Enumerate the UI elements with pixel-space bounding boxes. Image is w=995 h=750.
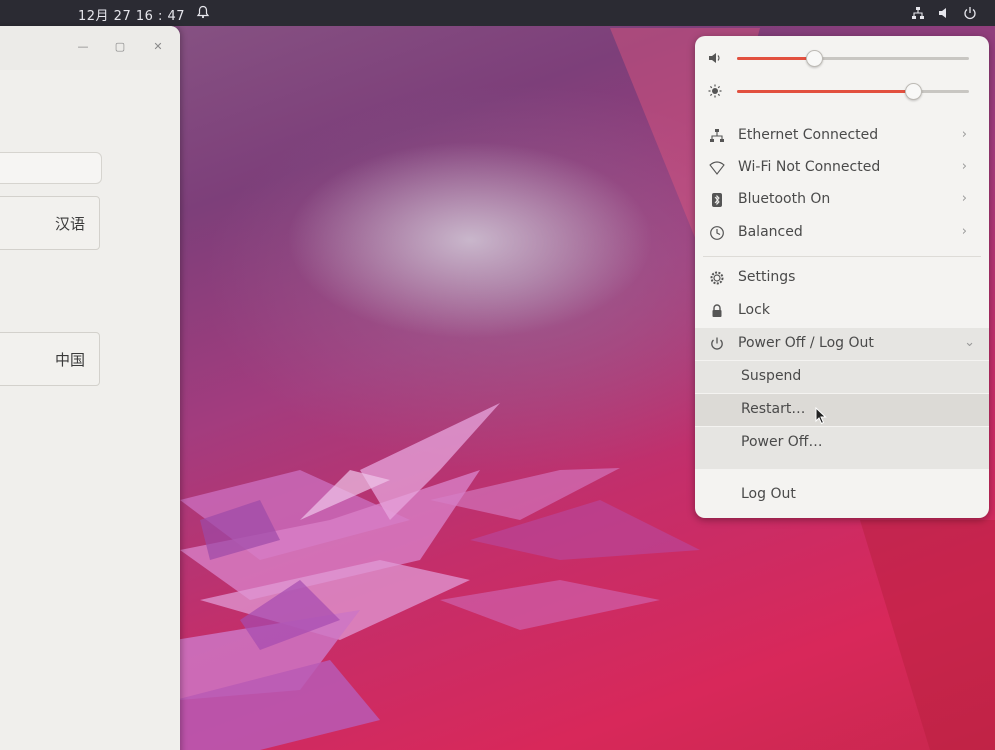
volume-handle[interactable] (805, 50, 823, 67)
gear-icon (710, 271, 724, 285)
network-wired-icon (710, 129, 724, 142)
chevron-right-icon: › (961, 224, 967, 239)
system-tray[interactable] (911, 6, 977, 20)
menu-item-label: Lock (738, 302, 770, 318)
top-bar: 12月 27 16 : 47 (0, 0, 995, 26)
brightness-slider[interactable] (695, 76, 989, 106)
language-value: 汉语 (54, 215, 85, 233)
submenu-item-power-off[interactable]: Power Off… (695, 427, 989, 469)
menu-item-label: Balanced (738, 224, 803, 240)
volume-fill (737, 57, 814, 60)
chevron-right-icon: › (961, 159, 967, 174)
menu-item-label: Wi-Fi Not Connected (738, 159, 881, 175)
region-value: 中国 (54, 351, 85, 369)
settings-window: — ▢ ✕ 汉语 中国 (0, 26, 180, 750)
menu-item-label: Restart… (741, 401, 806, 417)
menu-item-wifi[interactable]: Wi-Fi Not Connected › (695, 152, 989, 184)
menu-separator (703, 256, 981, 257)
mouse-pointer-icon (815, 407, 827, 425)
chevron-right-icon: › (961, 191, 967, 206)
menu-item-label: Ethernet Connected (738, 127, 879, 143)
chevron-down-icon: ⌄ (964, 335, 975, 350)
menu-item-label: Power Off / Log Out (738, 335, 874, 351)
minimize-icon[interactable]: — (75, 39, 91, 55)
volume-slider[interactable] (695, 43, 989, 73)
desktop: 12月 27 16 : 47 — ▢ ✕ 汉语 中国 Ethernet Conn… (0, 0, 995, 750)
submenu-item-suspend[interactable]: Suspend (695, 361, 989, 393)
volume-icon (709, 53, 720, 63)
brightness-track[interactable] (737, 83, 969, 100)
menu-item-power-profile[interactable]: Balanced › (695, 217, 989, 249)
menu-item-label: Log Out (741, 486, 796, 502)
volume-icon[interactable] (937, 6, 951, 20)
brightness-handle[interactable] (905, 83, 923, 100)
menu-item-label: Suspend (741, 368, 802, 384)
bluetooth-icon (712, 193, 722, 207)
close-icon[interactable]: ✕ (150, 39, 166, 55)
network-icon[interactable] (911, 6, 925, 20)
menu-item-settings[interactable]: Settings (695, 262, 989, 294)
chevron-right-icon: › (961, 127, 967, 142)
menu-item-label: Bluetooth On (738, 191, 831, 207)
power-icon[interactable] (963, 6, 977, 20)
text-field[interactable] (0, 152, 102, 184)
clock[interactable]: 12月 27 16 : 47 (78, 5, 185, 24)
volume-track[interactable] (737, 50, 969, 67)
submenu-item-log-out[interactable]: Log Out (695, 479, 989, 511)
submenu-item-restart[interactable]: Restart… (695, 394, 989, 426)
alarm-bell-icon[interactable] (196, 5, 210, 19)
menu-item-lock[interactable]: Lock (695, 295, 989, 327)
lock-icon (712, 304, 722, 317)
brightness-fill (737, 90, 914, 93)
language-row[interactable]: 汉语 (0, 196, 100, 250)
system-menu: Ethernet Connected › Wi-Fi Not Connected… (695, 36, 989, 518)
power-profile-icon (710, 226, 724, 240)
region-row[interactable]: 中国 (0, 332, 100, 386)
menu-item-label: Settings (738, 269, 796, 285)
maximize-icon[interactable]: ▢ (112, 39, 128, 55)
brightness-icon (708, 84, 722, 98)
menu-item-bluetooth[interactable]: Bluetooth On › (695, 184, 989, 216)
wifi-icon (709, 161, 725, 175)
window-titlebar[interactable]: — ▢ ✕ (0, 26, 180, 70)
menu-item-ethernet[interactable]: Ethernet Connected › (695, 120, 989, 152)
power-icon (711, 337, 723, 350)
menu-item-label: Power Off… (741, 434, 823, 450)
menu-item-power-off-log-out[interactable]: Power Off / Log Out ⌄ (695, 328, 989, 360)
